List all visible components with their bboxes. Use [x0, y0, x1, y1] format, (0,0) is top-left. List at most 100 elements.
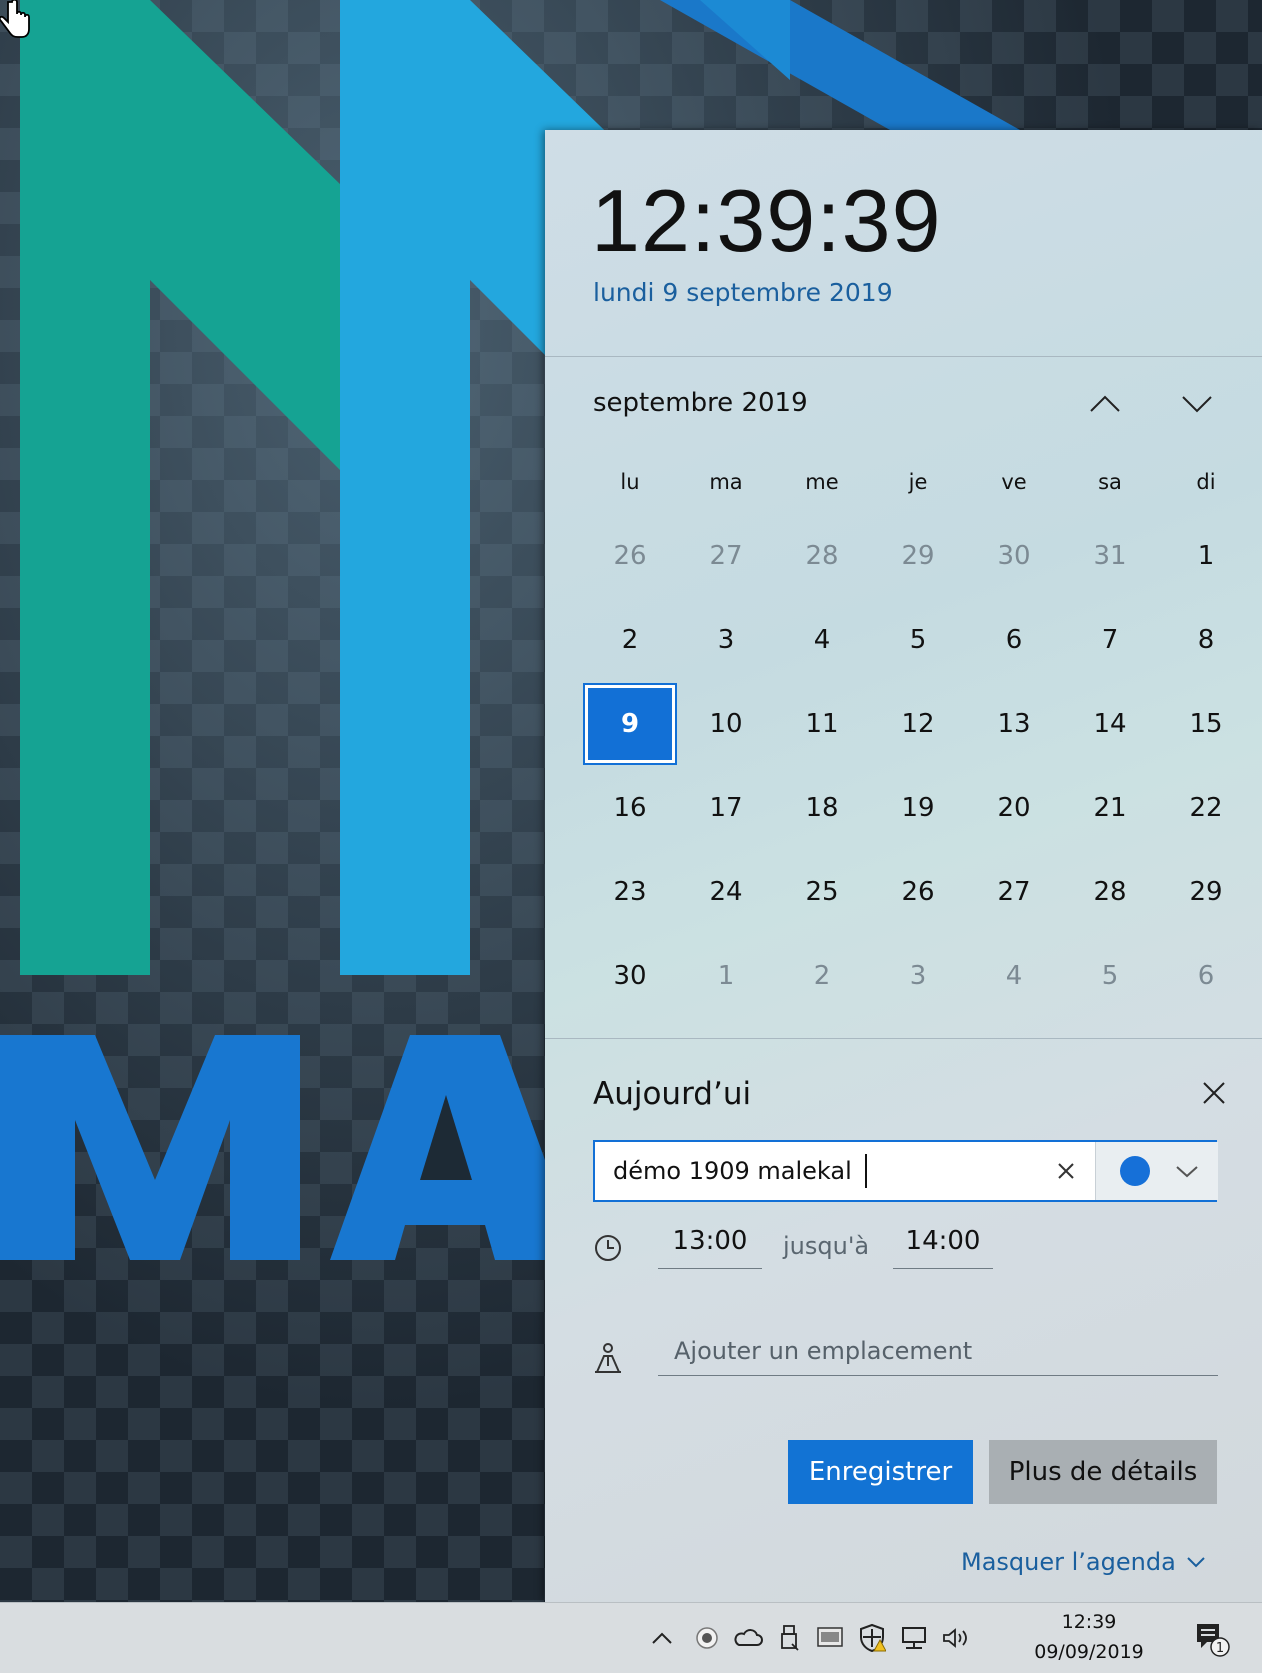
chevron-down-icon	[1187, 1557, 1205, 1568]
weekday-label: lu	[620, 470, 640, 494]
security-tray-button[interactable]	[854, 1603, 890, 1673]
calendar-day[interactable]: 4	[966, 934, 1062, 1018]
end-time-field[interactable]: 14:00	[893, 1226, 993, 1269]
calendar-day[interactable]: 26	[582, 514, 678, 598]
calendar-day[interactable]: 29	[870, 514, 966, 598]
speaker-icon	[943, 1628, 967, 1648]
hide-agenda-link[interactable]: Masquer l’agenda	[961, 1548, 1206, 1576]
vmware-tray-button[interactable]	[812, 1603, 848, 1673]
onedrive-tray-button[interactable]	[730, 1603, 766, 1673]
calendar-day-number: 13	[997, 709, 1031, 739]
circle-app-icon	[696, 1627, 718, 1649]
network-icon	[902, 1627, 926, 1649]
calendar-day[interactable]: 1	[678, 934, 774, 1018]
calendar-day[interactable]: 16	[582, 766, 678, 850]
event-title-input[interactable]	[597, 1144, 1089, 1198]
notification-icon: 1	[1197, 1624, 1230, 1657]
calendar-day[interactable]: 6	[1158, 934, 1254, 1018]
volume-tray-button[interactable]	[938, 1603, 974, 1673]
agenda-title: Aujourd’ui	[593, 1076, 752, 1112]
calendar-day[interactable]: 18	[774, 766, 870, 850]
calendar-day[interactable]: 17	[678, 766, 774, 850]
calendar-day[interactable]: 27	[966, 850, 1062, 934]
event-color-picker[interactable]	[1095, 1142, 1218, 1200]
usb-tray-button[interactable]	[772, 1603, 806, 1673]
calendar-day[interactable]: 30	[966, 514, 1062, 598]
calendar-day[interactable]: 27	[678, 514, 774, 598]
event-title-box	[593, 1140, 1218, 1202]
calendar-flyout: 12:39:39 lundi 9 septembre 2019 septembr…	[545, 130, 1262, 1602]
close-agenda-icon[interactable]	[1197, 1076, 1231, 1110]
calendar-day[interactable]: 29	[1158, 850, 1254, 934]
calendar-day[interactable]: 8	[1158, 598, 1254, 682]
calendar-day[interactable]: 2	[582, 598, 678, 682]
calendar-day[interactable]: 31	[1062, 514, 1158, 598]
action-center-button[interactable]: 1	[1186, 1603, 1236, 1673]
calendar-day-number: 22	[1189, 793, 1223, 823]
calendar-day[interactable]: 19	[870, 766, 966, 850]
calendar-day[interactable]: 22	[1158, 766, 1254, 850]
clear-text-icon[interactable]	[1051, 1156, 1081, 1186]
calendar-day[interactable]: 24	[678, 850, 774, 934]
usb-drive-icon	[781, 1625, 799, 1651]
calendar-day-number: 15	[1189, 709, 1223, 739]
clock-time: 12:39:39	[591, 171, 942, 270]
divider	[545, 1038, 1262, 1039]
calendar-day[interactable]: 1	[1158, 514, 1254, 598]
calendar-day-number: 27	[997, 877, 1031, 907]
location-input[interactable]: Ajouter un emplacement	[658, 1330, 1218, 1376]
next-month-button[interactable]	[1175, 382, 1219, 426]
calendar-day[interactable]: 30	[582, 934, 678, 1018]
calendar-day-number: 9	[620, 709, 640, 739]
calendar-day[interactable]: 6	[966, 598, 1062, 682]
calendar-day-number: 5	[909, 625, 927, 655]
save-button[interactable]: Enregistrer	[788, 1440, 973, 1504]
calendar-day-number: 24	[709, 877, 743, 907]
taskbar-clock[interactable]: 12:39 09/09/2019	[1024, 1607, 1154, 1667]
calendar-day-number: 6	[1197, 961, 1215, 991]
calendar-day[interactable]: 4	[774, 598, 870, 682]
calendar-day-number: 1	[717, 961, 735, 991]
hand-cursor-icon	[0, 0, 30, 38]
calendar-day[interactable]: 5	[1062, 934, 1158, 1018]
calendar-day-number: 12	[901, 709, 935, 739]
calendar-day[interactable]: 26	[870, 850, 966, 934]
location-icon	[595, 1343, 621, 1373]
month-label[interactable]: septembre 2019	[593, 388, 808, 418]
calendar-day[interactable]: 11	[774, 682, 870, 766]
show-hidden-icons-button[interactable]	[646, 1603, 678, 1673]
calendar-day[interactable]: 13	[966, 682, 1062, 766]
calendar-day-number: 30	[997, 541, 1031, 571]
calendar-day-number: 28	[805, 541, 839, 571]
calendar-day[interactable]: 25	[774, 850, 870, 934]
calendar-day[interactable]: 21	[1062, 766, 1158, 850]
calendar-day[interactable]: 20	[966, 766, 1062, 850]
weekday-label: di	[1196, 470, 1216, 494]
start-time-field[interactable]: 13:00	[658, 1226, 762, 1269]
long-date-link[interactable]: lundi 9 septembre 2019	[593, 278, 893, 307]
weekday-label: ve	[1001, 470, 1027, 494]
calendar-day[interactable]: 15	[1158, 682, 1254, 766]
calendar-day[interactable]: 3	[678, 598, 774, 682]
calendar-day[interactable]: 2	[774, 934, 870, 1018]
more-details-button[interactable]: Plus de détails	[989, 1440, 1217, 1504]
calendar-day[interactable]: 23	[582, 850, 678, 934]
calendar-day-selected[interactable]: 9	[582, 682, 678, 766]
calendar-day-number: 4	[1005, 961, 1023, 991]
calendar-day-number: 16	[613, 793, 647, 823]
previous-month-button[interactable]	[1083, 382, 1127, 426]
calendar-day-number: 27	[709, 541, 743, 571]
calendar-day[interactable]: 3	[870, 934, 966, 1018]
calendar-day[interactable]: 28	[774, 514, 870, 598]
calendar-day-number: 17	[709, 793, 743, 823]
calendar-day[interactable]: 10	[678, 682, 774, 766]
calendar-day[interactable]: 12	[870, 682, 966, 766]
cloud-icon	[734, 1629, 763, 1646]
tray-app-icon[interactable]	[690, 1603, 724, 1673]
calendar-day[interactable]: 14	[1062, 682, 1158, 766]
calendar-day-number: 8	[1197, 625, 1215, 655]
calendar-day[interactable]: 5	[870, 598, 966, 682]
network-tray-button[interactable]	[896, 1603, 932, 1673]
calendar-day[interactable]: 7	[1062, 598, 1158, 682]
calendar-day[interactable]: 28	[1062, 850, 1158, 934]
